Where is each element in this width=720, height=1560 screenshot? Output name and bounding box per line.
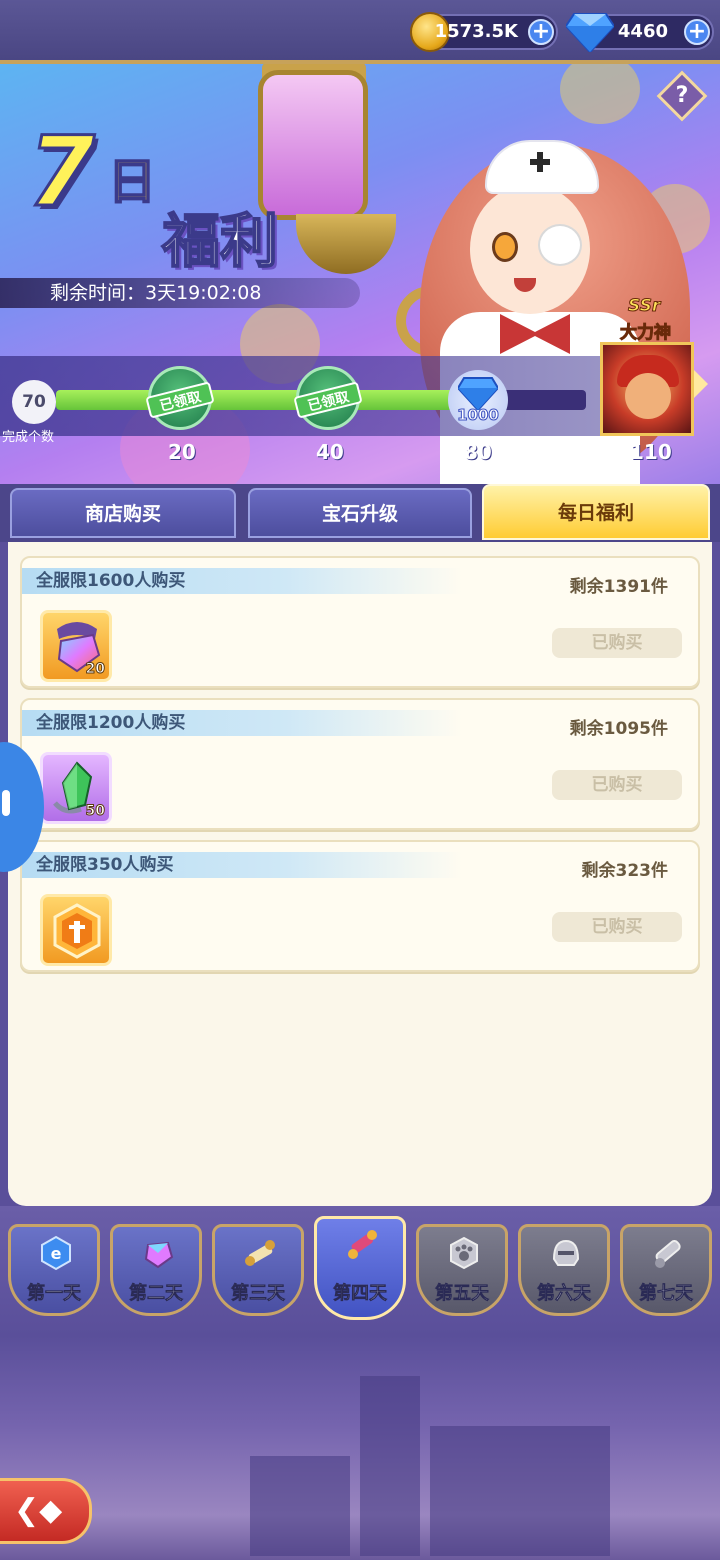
hexagon-token-icon (53, 903, 101, 959)
back-button[interactable]: ❮◆ (0, 1478, 92, 1544)
purchased-button[interactable]: 已购买 (552, 770, 682, 800)
chevron-right-icon (694, 370, 708, 398)
gem-counter: 4460 + (566, 13, 714, 52)
tab-day-3[interactable]: 第三天 (212, 1224, 304, 1316)
purchased-button[interactable]: 已购买 (552, 912, 682, 942)
title-day: 日 (107, 153, 157, 211)
castle-silhouette (250, 1456, 350, 1556)
offer-item[interactable] (40, 894, 112, 966)
claimed-tag: 已领取 (145, 381, 215, 419)
purchased-button[interactable]: 已购买 (552, 628, 682, 658)
milestone-80-reward[interactable]: 1000 (448, 370, 508, 430)
help-button[interactable]: ? (656, 70, 708, 122)
tab-day-6[interactable]: 第六天 (518, 1224, 610, 1316)
day-tab-label: 第三天 (231, 1283, 286, 1305)
offer-card: 全服限350人购买 剩余323件 已购买 (20, 840, 700, 972)
castle-silhouette (360, 1376, 420, 1556)
tab-day-7[interactable]: 第七天 (620, 1224, 712, 1316)
category-tabs: 商店购买 宝石升级 每日福利 (0, 484, 720, 542)
eye-patch (538, 224, 582, 266)
offers-panel: 全服限1600人购买 剩余1391件 20 已购买 全服限1200人购买 剩余1… (8, 542, 712, 1206)
tab-shop-purchase[interactable]: 商店购买 (10, 488, 236, 538)
milestone-value: 80 (464, 440, 492, 464)
title-number: 7 (27, 115, 97, 230)
milestone-value: 110 (630, 440, 672, 464)
helmet-icon (552, 1239, 580, 1266)
paw-stone-icon (450, 1236, 478, 1270)
offer-card: 全服限1600人购买 剩余1391件 20 已购买 (20, 556, 700, 688)
offer-item[interactable]: 20 (40, 610, 112, 682)
offer-item[interactable]: 50 (40, 752, 112, 824)
title-main: 福利 (161, 206, 279, 276)
coin-amount: 1573.5K (434, 21, 518, 42)
coin-counter: 1573.5K + (410, 12, 558, 52)
purchase-limit: 全服限350人购买 (36, 855, 174, 875)
cross-icon (530, 152, 550, 172)
tab-day-5[interactable]: 第五天 (416, 1224, 508, 1316)
purchase-limit: 全服限1200人购买 (36, 713, 186, 733)
remaining-stock: 剩余1391件 (569, 577, 668, 597)
add-coins-button[interactable]: + (528, 19, 554, 45)
tab-gem-upgrade[interactable]: 宝石升级 (248, 488, 472, 538)
chalice-decoration (296, 214, 396, 274)
day-tab-label: 第六天 (537, 1283, 592, 1305)
item-quantity: 50 (85, 803, 106, 820)
milestone-value: 20 (168, 440, 196, 464)
hero-face (625, 373, 671, 419)
back-arrow-icon: ❮◆ (14, 1493, 63, 1528)
blue-diamond-icon (566, 13, 614, 52)
gem-amount: 4460 (617, 21, 668, 42)
tab-daily-benefit[interactable]: 每日福利 (482, 484, 710, 540)
scroll-icon (245, 1240, 275, 1266)
firework-scroll-icon (348, 1230, 377, 1259)
countdown-timer: 剩余时间：3天19:02:08 (0, 278, 360, 308)
claimed-tag: 已领取 (293, 381, 363, 419)
character-eye (492, 232, 518, 262)
day-tabs: e 第一天 第二天 第三天 第四天 第五天 第六天 第七天 (0, 1206, 720, 1336)
day-tab-label: 第二天 (129, 1283, 184, 1305)
offer-card: 全服限1200人购买 剩余1095件 50 已购买 (20, 698, 700, 830)
ssr-hero-name: 大力神 (620, 323, 672, 344)
remaining-stock: 剩余323件 (581, 861, 669, 881)
add-gems-button[interactable]: + (684, 19, 710, 45)
day-tab-label: 第四天 (333, 1283, 388, 1305)
milestone-value: 40 (316, 440, 344, 464)
item-quantity: 20 (85, 661, 106, 678)
seven-day-banner: ? 7 日 福利 剩余时间：3天19:02:08 70 完成个数 已领取 已领取… (0, 64, 720, 488)
completed-count: 70 (12, 380, 56, 424)
heart-decoration (560, 64, 640, 124)
currency-bar: 1573.5K + 4460 + (0, 0, 720, 64)
milestone-20-claimed[interactable]: 已领取 (145, 366, 215, 430)
rainbow-gem-icon (144, 1241, 174, 1269)
completed-count-label: 完成个数 (2, 430, 55, 445)
tab-day-4[interactable]: 第四天 (314, 1216, 406, 1320)
ssr-rarity: SSr (627, 296, 661, 317)
assistant-icon (2, 790, 10, 816)
background-scenery (0, 1336, 720, 1560)
castle-silhouette (430, 1426, 610, 1556)
purchase-limit: 全服限1600人购买 (36, 571, 186, 591)
remaining-stock: 剩余1095件 (569, 719, 668, 739)
tab-day-1[interactable]: e 第一天 (8, 1224, 100, 1316)
day-tab-label: 第一天 (27, 1283, 82, 1305)
question-icon: ? (675, 83, 689, 108)
reward-amount: 1000 (457, 406, 500, 425)
ssr-hero-card[interactable] (600, 342, 694, 436)
svg-text:e: e (51, 1244, 62, 1263)
tab-day-2[interactable]: 第二天 (110, 1224, 202, 1316)
progress-fill (56, 390, 470, 410)
cannon-icon (655, 1240, 681, 1268)
milestone-40-claimed[interactable]: 已领取 (293, 366, 363, 430)
blue-e-gem-icon: e (41, 1235, 71, 1271)
day-tab-label: 第七天 (639, 1283, 694, 1305)
day-tab-label: 第五天 (435, 1283, 490, 1305)
blue-diamond-icon (458, 377, 498, 410)
